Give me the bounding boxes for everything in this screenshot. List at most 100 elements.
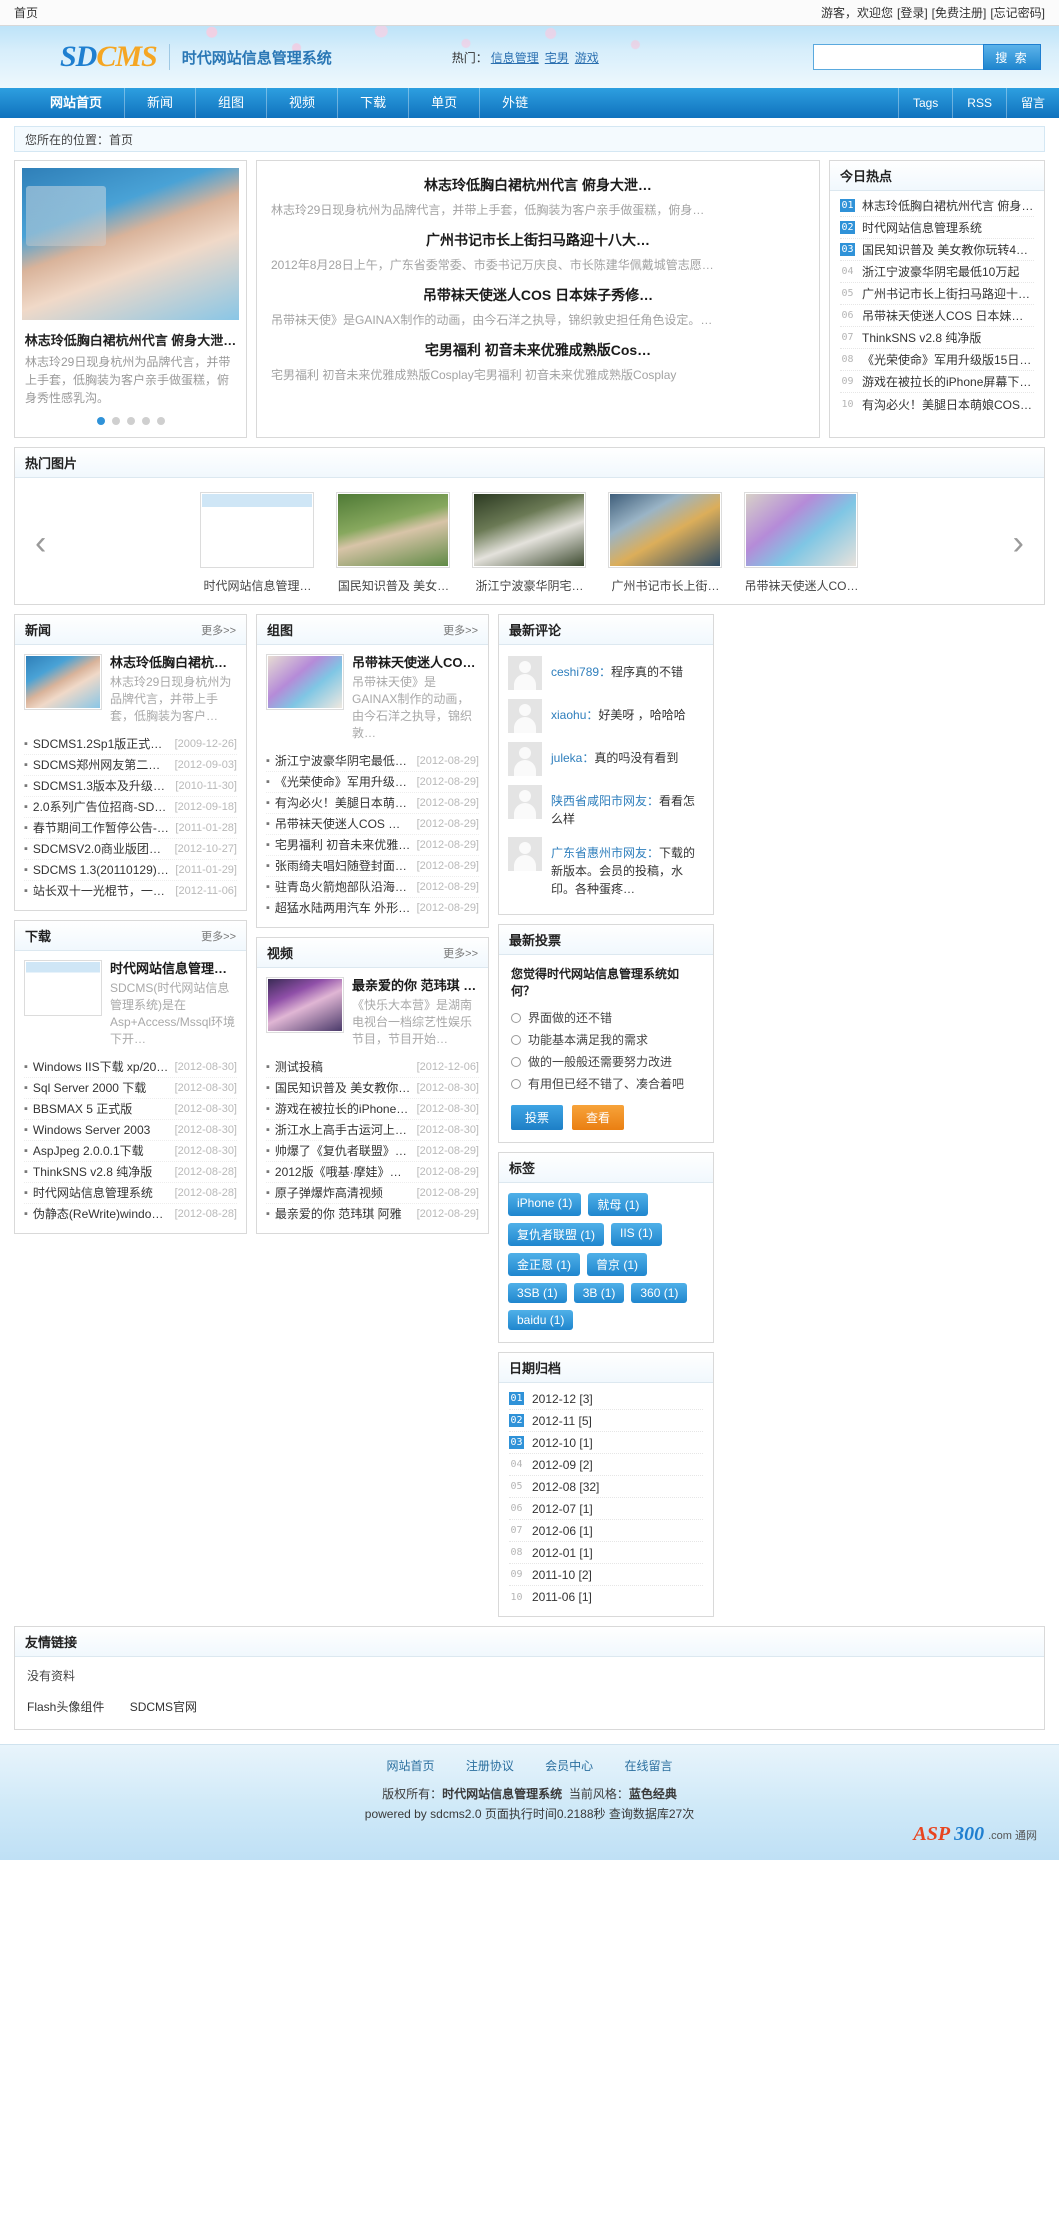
list-item-label[interactable]: 2011-06 [1] (532, 1590, 592, 1604)
focus-dot-3[interactable] (126, 417, 135, 425)
list-item-label[interactable]: 驻青岛火箭炮部队沿海演练齐射攻… (275, 877, 412, 897)
list-item[interactable]: 05 2012-08 [32] (509, 1476, 703, 1498)
list-item[interactable]: ▪ SDCMSV2.0商业版团购火热进行中-… [2012-10-27] (24, 839, 237, 860)
list-item[interactable]: ▪ 《光荣使命》军用升级版15日上市… [2012-08-29] (266, 772, 479, 793)
list-item[interactable]: 10 有沟必火！美腿日本萌娘COS诱人小魔女… (840, 393, 1034, 415)
list-item-label[interactable]: 《光荣使命》军用升级版15日上市… (275, 772, 412, 792)
comment-item[interactable]: 广东省惠州市网友：下载的新版本。会员的投稿，水印。各种蛋疼… (508, 834, 704, 904)
list-item[interactable]: ▪ 时代网站信息管理系统 [2012-08-28] (24, 1183, 237, 1204)
thumbnail[interactable] (266, 654, 344, 710)
login-link[interactable]: [登录] (897, 4, 928, 21)
list-item[interactable]: ▪ 游戏在被拉长的iPhone屏幕下究竟… [2012-08-30] (266, 1099, 479, 1120)
list-item[interactable]: 03 国民知识普及 美女教你玩转4G游戏 (840, 239, 1034, 261)
comment-author[interactable]: juleka： (551, 751, 594, 765)
list-item[interactable]: ▪ Windows Server 2003 [2012-08-30] (24, 1120, 237, 1141)
list-item[interactable]: 09 游戏在被拉长的iPhone屏幕下究竟有何… (840, 371, 1034, 393)
nav-item-page[interactable]: 单页 (409, 88, 481, 118)
list-item[interactable]: 03 2012-10 [1] (509, 1432, 703, 1454)
comment-item[interactable]: xiaohu：好美呀 ，哈哈哈 (508, 696, 704, 739)
list-item[interactable]: 06 2012-07 [1] (509, 1498, 703, 1520)
tag-item[interactable]: iPhone (1) (508, 1193, 582, 1216)
tag-item[interactable]: 金正恩 (1) (508, 1253, 581, 1276)
list-item-label[interactable]: 广州书记市长上街扫马路迎十八大 (862, 285, 1034, 302)
news-more-link[interactable]: 更多>> (201, 622, 236, 638)
list-item[interactable]: ▪ 春节期间工作暂停公告-SDCMS官方… [2011-01-28] (24, 818, 237, 839)
hot-picture-item[interactable]: 国民知识普及 美女… (335, 492, 452, 594)
headline-title[interactable]: 宅男福利 初音未来优雅成熟版Cos… (271, 336, 805, 366)
focus-slider-title[interactable]: 林志玲低胸白裙杭州代言 俯身大泄… (15, 320, 246, 353)
hot-picture-caption[interactable]: 吊带袜天使迷人CO… (744, 568, 860, 594)
list-item-label[interactable]: Windows Server 2003 (33, 1120, 170, 1140)
group-lead-title[interactable]: 吊带袜天使迷人COS 日… (352, 654, 479, 671)
list-item[interactable]: ▪ 帅爆了《复仇者联盟》中天… [2012-08-29] (266, 1141, 479, 1162)
list-item-label[interactable]: SDCMS 1.3(20110129)版本正式发… (33, 860, 171, 880)
list-item-label[interactable]: 国民知识普及 美女教你玩转4G游戏 (862, 241, 1034, 258)
radio-icon[interactable] (511, 1035, 521, 1045)
list-item-label[interactable]: ThinkSNS v2.8 纯净版 (862, 329, 981, 346)
list-item-label[interactable]: 2012-09 [2] (532, 1458, 593, 1472)
list-item[interactable]: ▪ 国民知识普及 美女教你玩转4G游戏… [2012-08-30] (266, 1078, 479, 1099)
list-item[interactable]: 01 林志玲低胸白裙杭州代言 俯身大泄春光… (840, 195, 1034, 217)
vote-view-button[interactable]: 查看 (572, 1105, 625, 1130)
video-lead[interactable]: 最亲爱的你 范玮琪 阿… 《快乐大本营》是湖南电视台一档综艺性娱乐节目，节目开始… (257, 968, 488, 1055)
list-item-label[interactable]: 国民知识普及 美女教你玩转4G游戏… (275, 1078, 412, 1098)
thumbnail[interactable] (335, 492, 450, 568)
hot-picture-item[interactable]: 吊带袜天使迷人CO… (743, 492, 860, 594)
nav-item-link[interactable]: 外链 (480, 88, 550, 118)
radio-icon[interactable] (511, 1079, 521, 1089)
hot-keyword-1[interactable]: 宅男 (545, 51, 569, 65)
list-item-label[interactable]: 《光荣使命》军用升级版15日上市 售价… (862, 351, 1034, 368)
group-more-link[interactable]: 更多>> (443, 622, 478, 638)
list-item[interactable]: ▪ 伪静态(ReWrite)windows服务器版下载 [2012-08-28] (24, 1204, 237, 1224)
list-item-label[interactable]: 游戏在被拉长的iPhone屏幕下究竟… (275, 1099, 412, 1119)
topbar-home-link[interactable]: 首页 (14, 4, 38, 21)
hot-picture-caption[interactable]: 浙江宁波豪华阴宅… (472, 568, 588, 594)
list-item-label[interactable]: BBSMAX 5 正式版 (33, 1099, 170, 1119)
list-item-label[interactable]: 帅爆了《复仇者联盟》中天… (275, 1141, 412, 1161)
nav-tags-link[interactable]: Tags (897, 88, 952, 118)
tag-item[interactable]: 3SB (1) (508, 1283, 567, 1303)
list-item[interactable]: 08 《光荣使命》军用升级版15日上市 售价… (840, 349, 1034, 371)
list-item-label[interactable]: 2012-11 [5] (532, 1414, 592, 1428)
friendly-link-item[interactable]: Flash头像组件 (27, 1700, 104, 1714)
list-item[interactable]: ▪ 浙江水上高手古运河上凌空飞渡 [2012-08-30] (266, 1120, 479, 1141)
list-item[interactable]: ▪ 宅男福利 初音未来优雅成熟版Cos… [2012-08-29] (266, 835, 479, 856)
list-item-label[interactable]: 2012-06 [1] (532, 1524, 593, 1538)
list-item-label[interactable]: 2012-10 [1] (532, 1436, 593, 1450)
list-item-label[interactable]: 站长双十一光棍节，一团嗨你还狂… (33, 881, 171, 901)
list-item[interactable]: 07 2012-06 [1] (509, 1520, 703, 1542)
list-item-label[interactable]: 2011-10 [2] (532, 1568, 592, 1582)
register-link[interactable]: [免费注册] (932, 4, 987, 21)
nav-item-news[interactable]: 新闻 (125, 88, 197, 118)
list-item-label[interactable]: 2012-12 [3] (532, 1392, 593, 1406)
comment-author[interactable]: 陕西省咸阳市网友： (551, 794, 659, 808)
nav-rss-link[interactable]: RSS (952, 88, 1006, 118)
list-item-label[interactable]: 2012版《哦基·摩娃》宣传片 (275, 1162, 412, 1182)
list-item-label[interactable]: AspJpeg 2.0.0.1下载 (33, 1141, 170, 1161)
list-item[interactable]: ▪ BBSMAX 5 正式版 [2012-08-30] (24, 1099, 237, 1120)
list-item-label[interactable]: 春节期间工作暂停公告-SDCMS官方… (33, 818, 171, 838)
headline-title[interactable]: 林志玲低胸白裙杭州代言 俯身大泄… (271, 171, 805, 201)
list-item[interactable]: 05 广州书记市长上街扫马路迎十八大 (840, 283, 1034, 305)
list-item[interactable]: ▪ 测试投稿 [2012-12-06] (266, 1057, 479, 1078)
news-lead-title[interactable]: 林志玲低胸白裙杭州代… (110, 654, 237, 671)
list-item[interactable]: 06 吊带袜天使迷人COS 日本妹子秀修长美… (840, 305, 1034, 327)
thumbnail[interactable] (266, 977, 344, 1033)
list-item-label[interactable]: SDCMS1.3版本及升级程序发布-SDC… (33, 776, 171, 796)
footer-link-home[interactable]: 网站首页 (386, 1759, 434, 1773)
tag-item[interactable]: 曾京 (1) (587, 1253, 648, 1276)
list-item-label[interactable]: 伪静态(ReWrite)windows服务器版下载 (33, 1204, 170, 1224)
comment-item[interactable]: ceshi789：程序真的不错 (508, 653, 704, 696)
list-item[interactable]: 02 时代网站信息管理系统 (840, 217, 1034, 239)
list-item-label[interactable]: 2012-01 [1] (532, 1546, 593, 1560)
list-item-label[interactable]: 浙江宁波豪华阴宅最低10万起 (862, 263, 1019, 280)
list-item[interactable]: ▪ ThinkSNS v2.8 纯净版 [2012-08-28] (24, 1162, 237, 1183)
headline-title[interactable]: 吊带袜天使迷人COS 日本妹子秀修… (271, 281, 805, 311)
list-item[interactable]: ▪ 原子弹爆炸高清视频 [2012-08-29] (266, 1183, 479, 1204)
list-item-label[interactable]: 有沟必火！美腿日本萌娘COS诱人小魔女… (862, 396, 1034, 413)
list-item-label[interactable]: 宅男福利 初音未来优雅成熟版Cos… (275, 835, 412, 855)
list-item[interactable]: ▪ AspJpeg 2.0.0.1下载 [2012-08-30] (24, 1141, 237, 1162)
list-item-label[interactable]: 2012-07 [1] (532, 1502, 593, 1516)
site-logo[interactable]: SD CMS 时代网站信息管理系统 (60, 40, 332, 74)
thumbnail[interactable] (199, 492, 314, 568)
